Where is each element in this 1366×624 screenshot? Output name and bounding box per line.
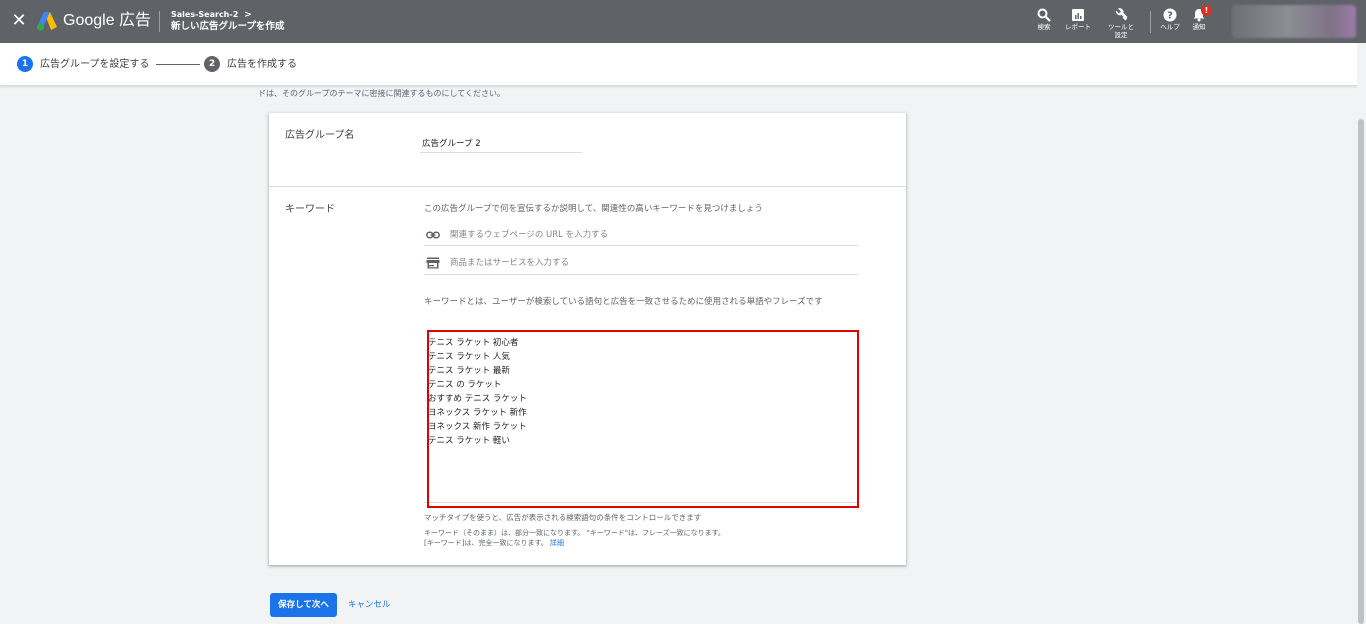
url-input-row [424,224,858,246]
search-icon [1037,8,1051,22]
page-scrollbar[interactable] [1357,43,1366,624]
google-ads-logo-icon [37,12,57,31]
page-title: 新しい広告グループを作成 [171,21,285,32]
svg-text:?: ? [1167,11,1173,22]
match-type-detail-line1: キーワード（そのまま）は、部分一致になります。 "キーワード"は、フレーズ一致に… [424,529,725,537]
notifications-label: 通知 [1192,23,1206,31]
match-type-detail: キーワード（そのまま）は、部分一致になります。 "キーワード"は、フレーズ一致に… [424,528,725,548]
product-input[interactable] [450,255,850,271]
breadcrumb-campaign-label: Sales-Search-2 [171,10,239,19]
keywords-explanation: キーワードとは、ユーザーが検索している語句と広告を一致させるために使用される単語… [424,297,823,307]
match-type-detail-line2-text: [キーワード]は、完全一致になります。 [424,539,548,547]
step-2-label: 広告を作成する [227,59,297,70]
wrench-icon [1115,8,1128,21]
ad-group-name-label: 広告グループ名 [285,130,355,141]
chevron-right-icon: > [244,10,252,20]
keywords-description: この広告グループで何を宣伝するか説明して、関連性の高いキーワードを見つけましょう [424,204,763,214]
intro-text: ドは、そのグループのテーマに密接に関連するものにしてください。 [258,89,506,98]
tools-settings-button[interactable]: ツールと 設定 [1101,6,1141,40]
step-1-label: 広告グループを設定する [40,59,150,70]
details-link[interactable]: 詳細 [550,539,564,547]
reports-label: レポート [1065,23,1091,31]
top-app-bar: ✕ Google 広告 Sales-Search-2 > 新しい広告グループを作成… [0,0,1366,43]
match-type-note: マッチタイプを使うと、広告が表示される検索語句の条件をコントロールできます [424,513,702,522]
ad-group-card: 広告グループ名 キーワード この広告グループで何を宣伝するか説明して、関連性の高… [269,113,906,565]
ad-group-name-input[interactable] [420,133,582,153]
reports-button[interactable]: レポート [1058,6,1098,40]
step-2-number: 2 [204,56,220,72]
keywords-label: キーワード [285,204,335,215]
section-divider [269,186,906,187]
step-1-number: 1 [17,56,33,72]
url-input[interactable] [450,227,850,243]
progress-stepper: 1 広告グループを設定する 2 広告を作成する [0,43,1366,86]
tools-label-line1: ツールと [1108,23,1134,31]
store-icon [426,257,440,269]
title-divider [159,11,160,32]
step-connector [156,64,200,65]
keywords-textarea[interactable] [428,336,848,494]
cancel-button[interactable]: キャンセル [348,598,391,612]
notification-badge: ! [1201,5,1212,16]
save-and-next-button[interactable]: 保存して次へ [270,593,337,617]
link-icon [426,231,440,239]
tools-label-line2: 設定 [1114,31,1128,39]
product-input-row [424,252,858,275]
brand-name: Google 広告 [63,12,152,29]
account-switcher[interactable] [1232,5,1356,38]
close-icon[interactable]: ✕ [10,10,28,32]
match-type-detail-line2: [キーワード]は、完全一致になります。 詳細 [424,538,725,548]
help-icon: ? [1163,8,1177,22]
keywords-entry-box [424,325,859,503]
reports-icon [1072,9,1084,21]
scrollbar-thumb[interactable] [1358,119,1364,624]
notifications-button[interactable]: 通知 ! [1179,5,1219,40]
